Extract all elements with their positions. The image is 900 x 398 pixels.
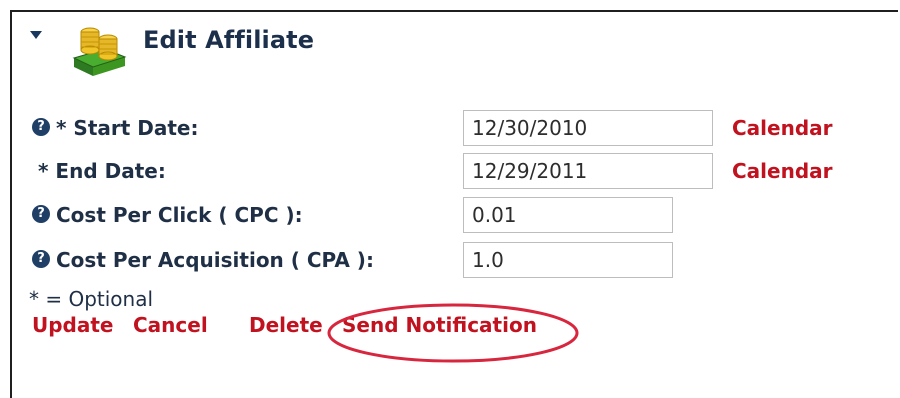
- delete-link[interactable]: Delete: [249, 313, 323, 337]
- start-date-calendar-link[interactable]: Calendar: [732, 116, 833, 140]
- coins-stack-icon: [72, 27, 127, 76]
- update-link[interactable]: Update: [32, 313, 114, 337]
- action-links: Update Cancel Delete Send Notification: [32, 313, 792, 341]
- send-notification-link[interactable]: Send Notification: [342, 313, 537, 337]
- cancel-link[interactable]: Cancel: [133, 313, 208, 337]
- end-date-label: * End Date:: [38, 159, 166, 183]
- cost-per-acquisition-input[interactable]: [463, 242, 673, 278]
- cost-per-click-row: ? Cost Per Click ( CPC ):: [30, 197, 870, 233]
- start-date-row: ? * Start Date: Calendar: [30, 110, 870, 146]
- end-date-calendar-link[interactable]: Calendar: [732, 159, 833, 183]
- end-date-input[interactable]: [463, 153, 713, 189]
- cost-per-acquisition-row: ? Cost Per Acquisition ( CPA ):: [30, 242, 870, 278]
- collapse-triangle-icon[interactable]: [30, 31, 42, 39]
- cost-per-acquisition-label: Cost Per Acquisition ( CPA ):: [56, 248, 374, 272]
- cost-per-click-label: Cost Per Click ( CPC ):: [56, 203, 303, 227]
- help-icon[interactable]: ?: [32, 205, 50, 223]
- help-icon[interactable]: ?: [32, 118, 50, 136]
- cost-per-click-input[interactable]: [463, 197, 673, 233]
- page-title: Edit Affiliate: [143, 26, 315, 54]
- help-icon[interactable]: ?: [32, 250, 50, 268]
- start-date-label: * Start Date:: [56, 116, 199, 140]
- optional-note: * = Optional: [29, 287, 154, 311]
- end-date-row: * End Date: Calendar: [30, 153, 870, 189]
- start-date-input[interactable]: [463, 110, 713, 146]
